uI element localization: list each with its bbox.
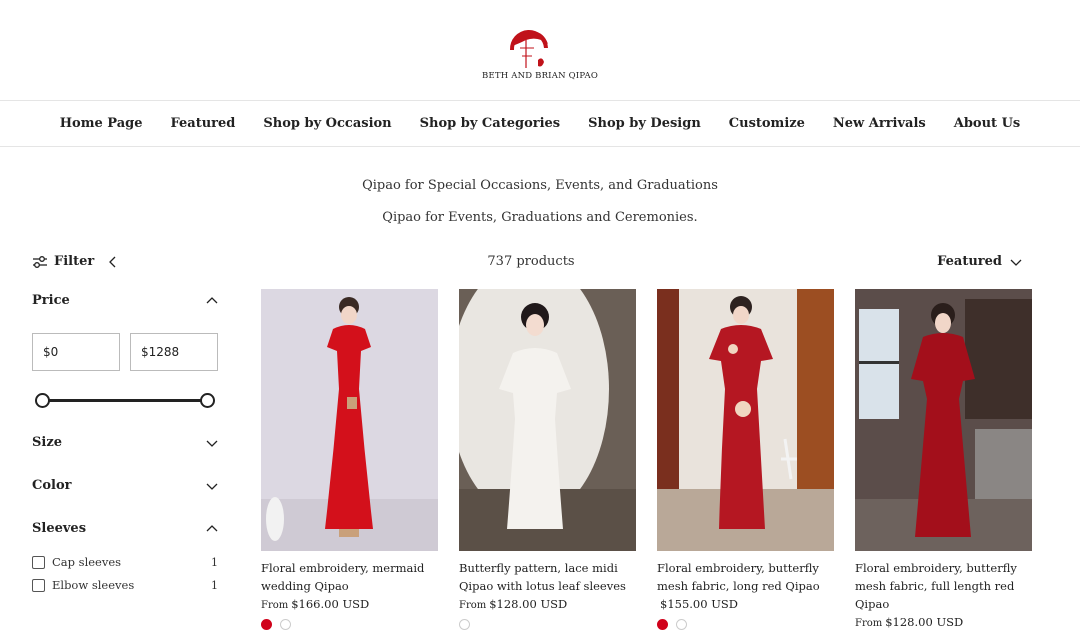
option-count: 1: [211, 555, 218, 569]
product-photo: [261, 289, 438, 551]
price-slider-min-handle[interactable]: [35, 393, 50, 408]
product-photo: [459, 289, 636, 551]
price-prefix: From: [855, 618, 883, 629]
product-card[interactable]: Floral embroidery, butterfly mesh fabric…: [855, 289, 1032, 633]
product-image[interactable]: [261, 289, 438, 551]
sort-dropdown[interactable]: Featured: [937, 254, 1022, 269]
product-price: $128.00 USD: [885, 615, 964, 629]
product-price: $166.00 USD: [291, 597, 370, 611]
nav-item-shop-by-categories[interactable]: Shop by Categories: [420, 116, 560, 131]
site-header: BETH AND BRIAN QIPAO: [0, 0, 1080, 100]
facet-color-header[interactable]: Color: [32, 478, 218, 493]
price-prefix: From: [261, 600, 289, 611]
product-title[interactable]: Floral embroidery, butterfly mesh fabric…: [657, 559, 834, 595]
product-price-line: From $166.00 USD: [261, 595, 438, 615]
chevron-up-icon: [206, 524, 218, 531]
product-price-line: From $128.00 USD: [855, 613, 1032, 633]
facet-sleeves-header[interactable]: Sleeves: [32, 521, 218, 536]
product-price-line: $155.00 USD: [657, 595, 834, 615]
facet-price-header[interactable]: Price: [32, 293, 218, 308]
price-max-input[interactable]: $1288: [130, 333, 218, 371]
product-photo: [855, 289, 1032, 551]
checkbox[interactable]: [32, 578, 45, 592]
product-card[interactable]: Butterfly pattern, lace midi Qipao with …: [459, 289, 636, 630]
collection-title: Qipao for Special Occasions, Events, and…: [362, 178, 718, 193]
product-image[interactable]: [657, 289, 834, 551]
chevron-up-icon: [206, 296, 218, 303]
price-slider-max-handle[interactable]: [200, 393, 215, 408]
chevron-down-icon: [206, 483, 218, 490]
color-swatches: [261, 619, 438, 630]
nav-divider: [0, 146, 1080, 147]
swatch-white[interactable]: [280, 619, 291, 630]
price-prefix: From: [459, 600, 487, 611]
facet-price-label: Price: [32, 293, 70, 308]
product-price: $128.00 USD: [489, 597, 568, 611]
facet-color-label: Color: [32, 478, 72, 493]
main-nav: Home Page Featured Shop by Occasion Shop…: [0, 101, 1080, 146]
facet-size-label: Size: [32, 435, 62, 450]
product-card[interactable]: Floral embroidery, mermaid wedding Qipao…: [261, 289, 438, 630]
product-title[interactable]: Butterfly pattern, lace midi Qipao with …: [459, 559, 636, 595]
nav-item-about-us[interactable]: About Us: [954, 116, 1021, 131]
option-label: Cap sleeves: [52, 555, 122, 569]
collection-description: Qipao for Events, Graduations and Ceremo…: [382, 210, 698, 225]
sort-label: Featured: [937, 254, 1002, 269]
nav-item-shop-by-design[interactable]: Shop by Design: [588, 116, 701, 131]
product-title[interactable]: Floral embroidery, butterfly mesh fabric…: [855, 559, 1032, 613]
brand-logo-icon[interactable]: [504, 26, 554, 72]
facet-sleeves-label: Sleeves: [32, 521, 87, 536]
nav-item-customize[interactable]: Customize: [729, 116, 805, 131]
swatch-white[interactable]: [459, 619, 470, 630]
color-swatches: [657, 619, 834, 630]
facet-size-header[interactable]: Size: [32, 435, 218, 450]
product-title[interactable]: Floral embroidery, mermaid wedding Qipao: [261, 559, 438, 595]
nav-item-new-arrivals[interactable]: New Arrivals: [833, 116, 926, 131]
sleeves-option-elbow[interactable]: Elbow sleeves 1: [32, 578, 218, 592]
chevron-down-icon: [206, 440, 218, 447]
option-count: 1: [211, 578, 218, 592]
price-slider-track[interactable]: [40, 399, 208, 402]
brand-name: BETH AND BRIAN QIPAO: [482, 71, 598, 81]
swatch-red[interactable]: [261, 619, 272, 630]
swatch-red[interactable]: [657, 619, 668, 630]
nav-item-shop-by-occasion[interactable]: Shop by Occasion: [263, 116, 391, 131]
price-min-input[interactable]: $0: [32, 333, 120, 371]
nav-item-featured[interactable]: Featured: [170, 116, 235, 131]
option-label: Elbow sleeves: [52, 578, 135, 592]
product-price: $155.00 USD: [660, 597, 739, 611]
product-photo: [657, 289, 834, 551]
sleeves-option-cap[interactable]: Cap sleeves 1: [32, 555, 218, 569]
product-card[interactable]: Floral embroidery, butterfly mesh fabric…: [657, 289, 834, 630]
product-image[interactable]: [459, 289, 636, 551]
product-count: 737 products: [487, 254, 575, 269]
color-swatches: [459, 619, 636, 630]
nav-item-home[interactable]: Home Page: [60, 116, 143, 131]
product-price-line: From $128.00 USD: [459, 595, 636, 615]
product-image[interactable]: [855, 289, 1032, 551]
swatch-white[interactable]: [676, 619, 687, 630]
checkbox[interactable]: [32, 555, 45, 569]
chevron-down-icon: [1010, 259, 1022, 266]
